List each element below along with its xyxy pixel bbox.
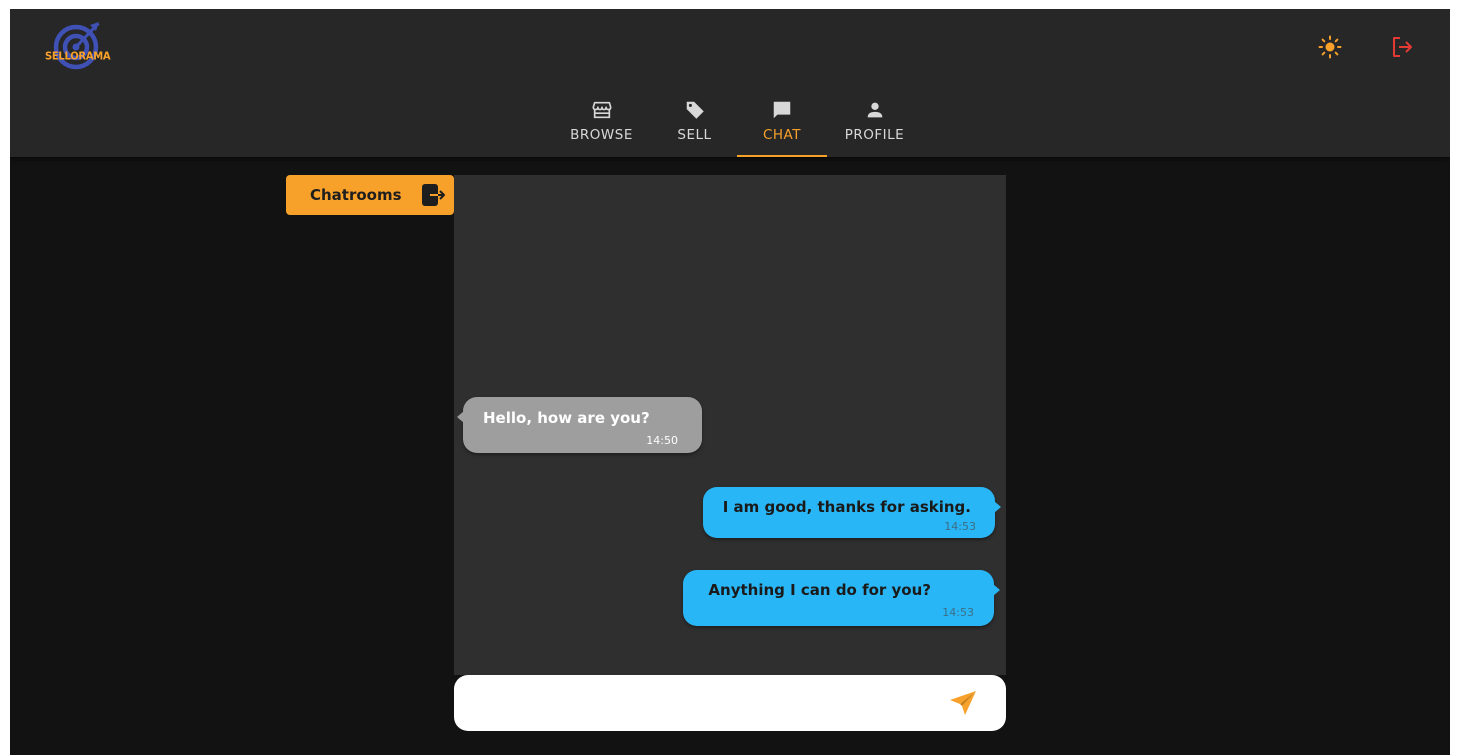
message-text: Anything I can do for you? [708,581,931,599]
tag-icon [684,99,706,121]
tab-sell[interactable]: SELL [652,89,737,157]
chat-messages-panel: Hello, how are you? 14:50 I am good, tha… [454,175,1006,675]
chatrooms-button[interactable]: Chatrooms [286,175,454,215]
storefront-icon [591,99,613,121]
person-icon [864,99,886,121]
app-logo[interactable]: SELLORAMA [44,21,111,71]
exit-arrow-icon [422,184,445,206]
logout-button[interactable] [1388,33,1416,61]
message-composer [454,675,1006,731]
message-timestamp: 14:50 [646,434,678,447]
target-logo-icon [53,22,100,70]
message-bubble-incoming: Hello, how are you? 14:50 [457,397,702,453]
message-bubble-outgoing: I am good, thanks for asking. 14:53 [703,487,1001,538]
message-input[interactable] [474,685,934,721]
sun-icon [1318,35,1342,59]
tab-browse[interactable]: BROWSE [551,89,652,157]
tab-sell-label: SELL [677,127,712,143]
top-app-bar: SELLORAMA BROWSE SELL CHAT PROFILE [10,9,1450,157]
message-timestamp: 14:53 [944,520,976,533]
logo-wordmark: SELLORAMA [45,50,111,63]
message-bubble-outgoing: Anything I can do for you? 14:53 [683,570,1000,626]
app-root: SELLORAMA BROWSE SELL CHAT PROFILE Chatr… [10,9,1450,755]
message-text: Hello, how are you? [483,409,650,427]
send-icon [950,691,976,715]
logout-icon [1393,37,1412,57]
message-text: I am good, thanks for asking. [722,498,971,516]
theme-toggle-button[interactable] [1316,33,1344,61]
message-timestamp: 14:53 [942,606,974,619]
tab-browse-label: BROWSE [570,127,633,143]
main-nav-tabs: BROWSE SELL CHAT PROFILE [551,89,922,157]
chat-bubble-icon [771,99,793,121]
tab-chat[interactable]: CHAT [737,89,827,157]
tab-chat-label: CHAT [762,127,801,143]
tab-profile-label: PROFILE [844,127,905,143]
tab-profile[interactable]: PROFILE [827,89,922,157]
chatrooms-label: Chatrooms [310,186,402,204]
send-button[interactable] [948,689,978,717]
